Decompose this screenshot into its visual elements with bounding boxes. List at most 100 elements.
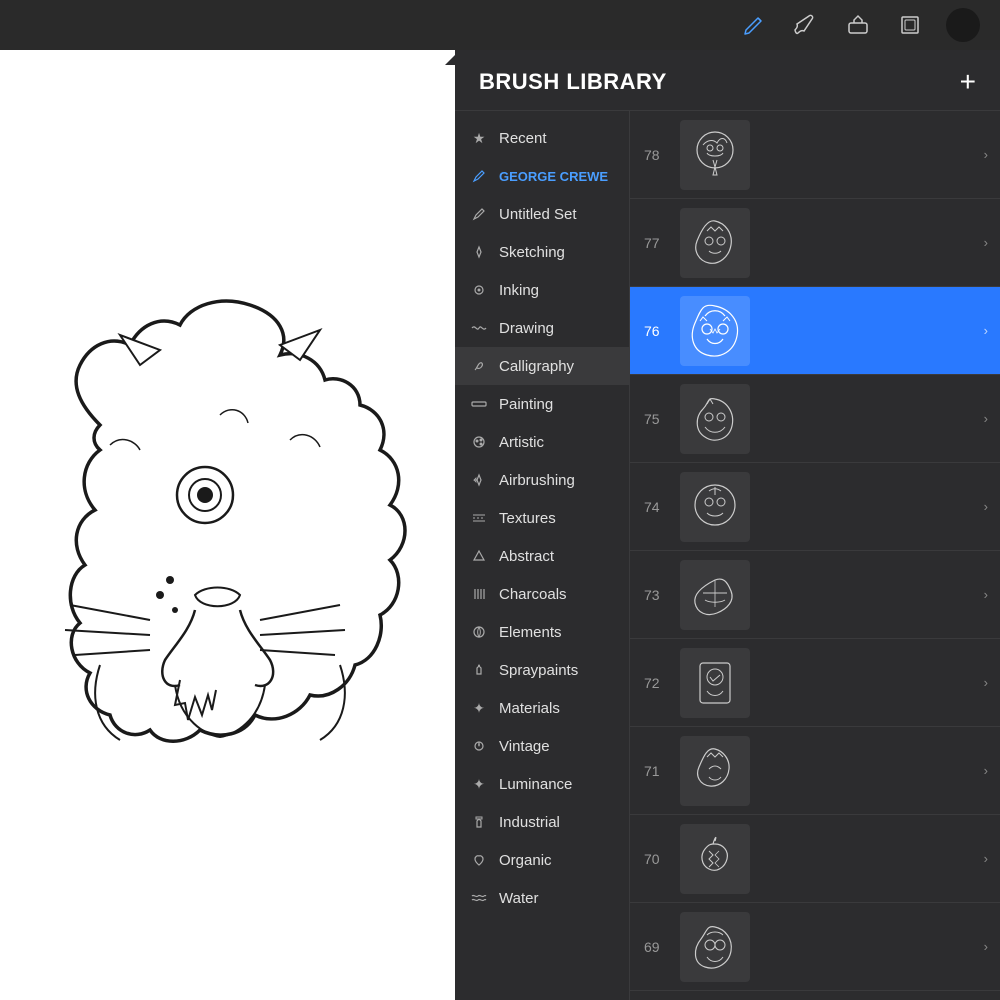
organic-icon (469, 850, 489, 870)
brush-number: 74 (644, 499, 672, 515)
category-label: Organic (499, 852, 552, 869)
eraser-tool-icon[interactable] (842, 9, 874, 41)
brush-preview-78 (680, 120, 750, 190)
abstract-icon (469, 546, 489, 566)
chevron-right-icon: › (984, 235, 988, 250)
airbrushing-icon (469, 470, 489, 490)
layers-tool-icon[interactable] (894, 9, 926, 41)
category-list: ★ Recent GEORGE CREWE Untitl (455, 111, 630, 1000)
chevron-right-icon: › (984, 851, 988, 866)
avatar-icon[interactable] (946, 8, 980, 42)
brush-number: 71 (644, 763, 672, 779)
vintage-icon (469, 736, 489, 756)
category-label: Recent (499, 130, 547, 147)
pencil-tool-icon[interactable] (738, 9, 770, 41)
category-label: Painting (499, 396, 553, 413)
brush-item-72[interactable]: 72 › (630, 639, 1000, 727)
brush-item-69[interactable]: 69 › (630, 903, 1000, 991)
sidebar-item-inking[interactable]: Inking (455, 271, 629, 309)
category-label: Luminance (499, 776, 572, 793)
category-label: Spraypaints (499, 662, 578, 679)
luminance-icon: ✦ (469, 774, 489, 794)
brush-item-70[interactable]: 70 › (630, 815, 1000, 903)
sidebar-item-vintage[interactable]: Vintage (455, 727, 629, 765)
brush-number: 76 (644, 323, 672, 339)
brush-number: 77 (644, 235, 672, 251)
sidebar-item-airbrushing[interactable]: Airbrushing (455, 461, 629, 499)
charcoals-icon (469, 584, 489, 604)
brush-library-panel: BRUSH LIBRARY + ★ Recent GEORGE CREWE (455, 50, 1000, 1000)
brush-item-71[interactable]: 71 › (630, 727, 1000, 815)
brush-tool-icon[interactable] (790, 9, 822, 41)
brush-list: 78 › 77 (630, 111, 1000, 1000)
sidebar-item-water[interactable]: Water (455, 879, 629, 917)
category-label: Calligraphy (499, 358, 574, 375)
chevron-right-icon: › (984, 147, 988, 162)
category-label: Artistic (499, 434, 544, 451)
brush-number: 75 (644, 411, 672, 427)
sidebar-item-george-crewe[interactable]: GEORGE CREWE (455, 157, 629, 195)
category-label: Airbrushing (499, 472, 575, 489)
brush-preview-74 (680, 472, 750, 542)
brush-item-74[interactable]: 74 › (630, 463, 1000, 551)
sidebar-item-calligraphy[interactable]: Calligraphy (455, 347, 629, 385)
sidebar-item-charcoals[interactable]: Charcoals (455, 575, 629, 613)
artistic-icon (469, 432, 489, 452)
chevron-right-icon: › (984, 411, 988, 426)
brush-number: 69 (644, 939, 672, 955)
brush-preview-71 (680, 736, 750, 806)
brush-item-77[interactable]: 77 › (630, 199, 1000, 287)
brush-item-78[interactable]: 78 › (630, 111, 1000, 199)
canvas-area (0, 50, 460, 1000)
brush-item-76[interactable]: 76 › (630, 287, 1000, 375)
sidebar-item-painting[interactable]: Painting (455, 385, 629, 423)
textures-icon (469, 508, 489, 528)
canvas-drawing (20, 265, 440, 785)
sidebar-item-organic[interactable]: Organic (455, 841, 629, 879)
star-icon: ★ (469, 128, 489, 148)
category-label: Untitled Set (499, 206, 577, 223)
materials-icon: ✦ (469, 698, 489, 718)
brush-preview-75 (680, 384, 750, 454)
brush-preview-72 (680, 648, 750, 718)
panel-indicator (445, 50, 475, 65)
category-label: Textures (499, 510, 556, 527)
category-label: Abstract (499, 548, 554, 565)
category-label: Charcoals (499, 586, 567, 603)
brush-item-75[interactable]: 75 › (630, 375, 1000, 463)
sidebar-item-recent[interactable]: ★ Recent (455, 119, 629, 157)
category-label: Vintage (499, 738, 550, 755)
sidebar-item-abstract[interactable]: Abstract (455, 537, 629, 575)
sidebar-item-untitled-set[interactable]: Untitled Set (455, 195, 629, 233)
brush-item-73[interactable]: 73 › (630, 551, 1000, 639)
chevron-right-icon: › (984, 939, 988, 954)
category-label: GEORGE CREWE (499, 169, 608, 184)
category-label: Inking (499, 282, 539, 299)
add-brush-button[interactable]: + (960, 68, 976, 96)
sidebar-item-materials[interactable]: ✦ Materials (455, 689, 629, 727)
sidebar-item-luminance[interactable]: ✦ Luminance (455, 765, 629, 803)
sidebar-item-spraypaints[interactable]: Spraypaints (455, 651, 629, 689)
inking-icon (469, 280, 489, 300)
category-label: Industrial (499, 814, 560, 831)
drawing-icon (469, 318, 489, 338)
sidebar-item-textures[interactable]: Textures (455, 499, 629, 537)
sidebar-item-drawing[interactable]: Drawing (455, 309, 629, 347)
brush-number: 78 (644, 147, 672, 163)
sidebar-item-industrial[interactable]: Industrial (455, 803, 629, 841)
pen-icon (469, 166, 489, 186)
sidebar-item-artistic[interactable]: Artistic (455, 423, 629, 461)
sketching-icon (469, 242, 489, 262)
brush-preview-77 (680, 208, 750, 278)
chevron-right-icon: › (984, 323, 988, 338)
brush-preview-70 (680, 824, 750, 894)
category-label: Water (499, 890, 538, 907)
brush-preview-76 (680, 296, 750, 366)
sidebar-item-sketching[interactable]: Sketching (455, 233, 629, 271)
painting-icon (469, 394, 489, 414)
sidebar-item-elements[interactable]: Elements (455, 613, 629, 651)
brush-small-icon (469, 204, 489, 224)
spraypaints-icon (469, 660, 489, 680)
panel-title: BRUSH LIBRARY (479, 69, 667, 95)
brush-number: 70 (644, 851, 672, 867)
